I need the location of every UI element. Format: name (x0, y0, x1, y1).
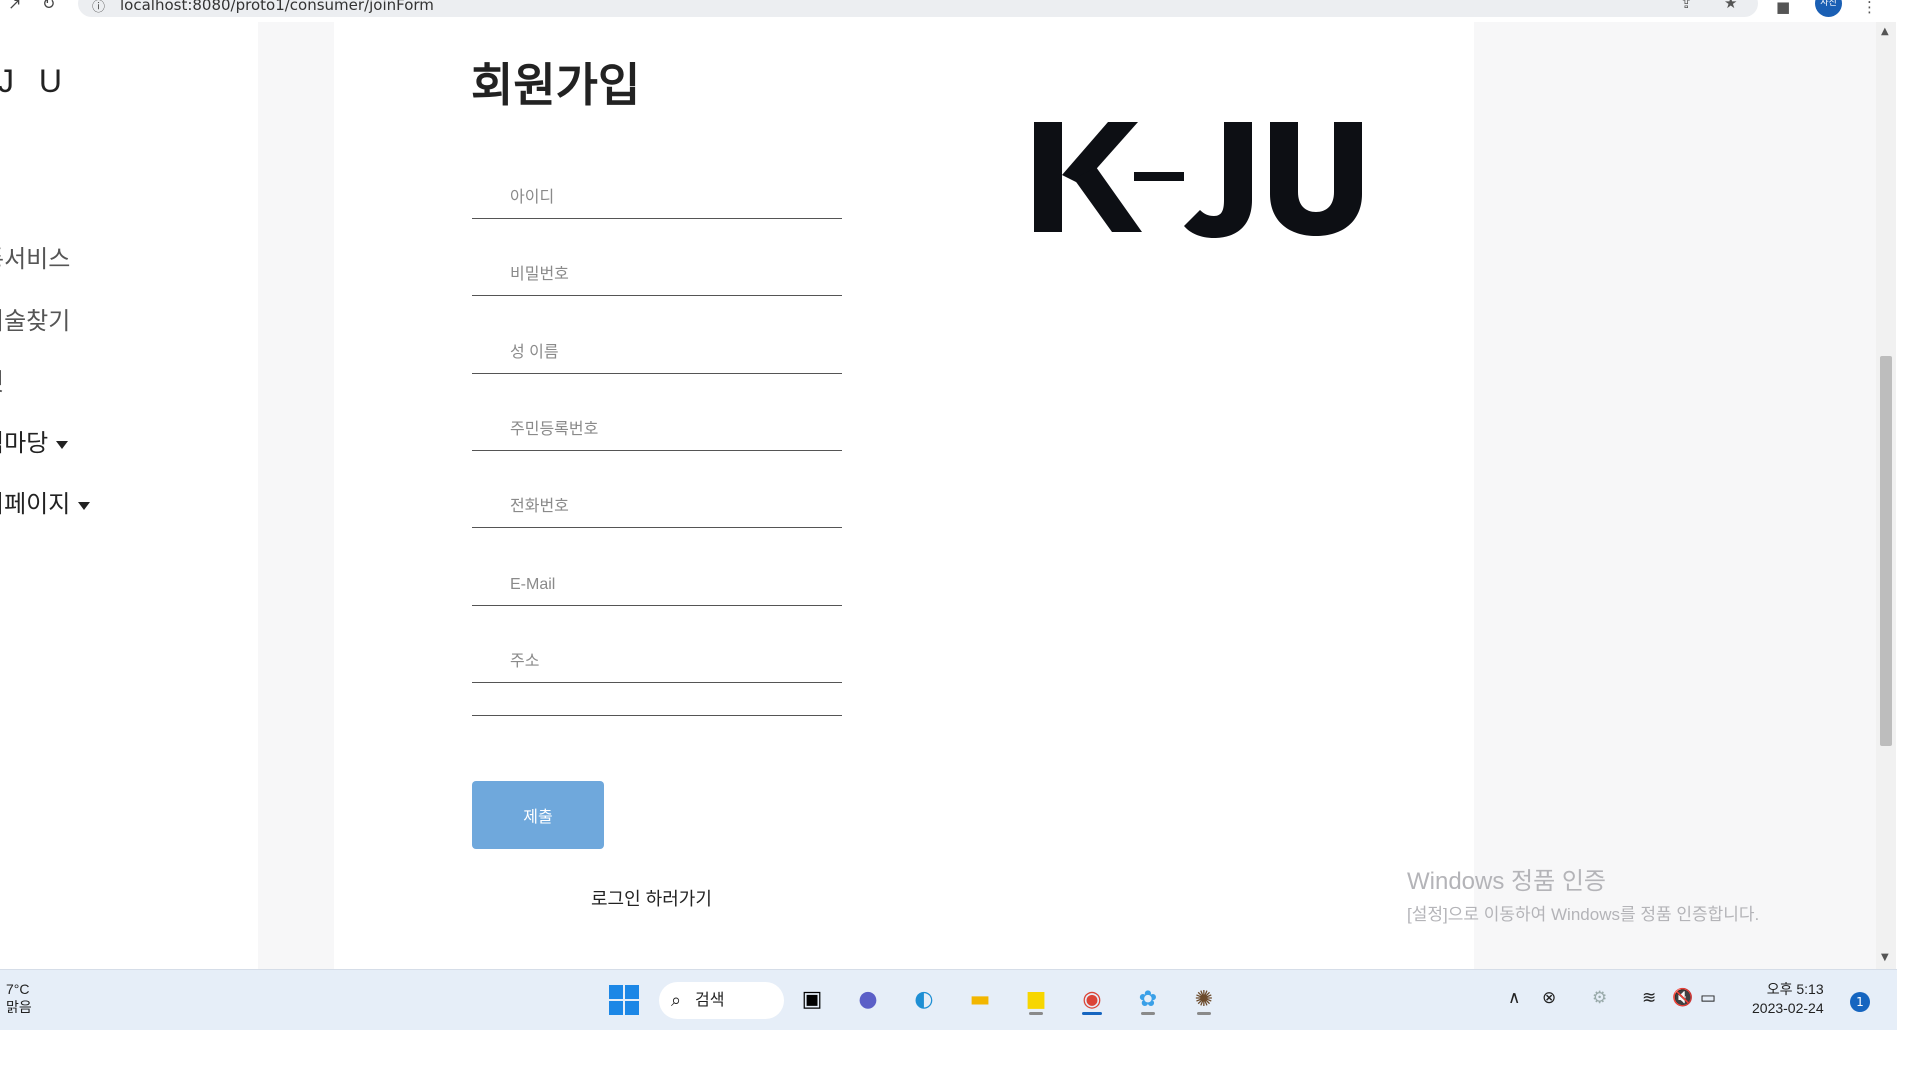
weather-condition: 맑음 (6, 999, 32, 1015)
task-view-icon[interactable]: ▣ (794, 982, 830, 1018)
address-bar[interactable]: ⓘ localhost:8080/proto1/consumer/joinFor… (78, 0, 1758, 17)
name-field (472, 324, 842, 374)
wifi-icon[interactable]: ≋ (1642, 988, 1656, 1008)
sidebar-item-yard-menu[interactable]: 넉마당 (0, 423, 69, 458)
kakaotalk-icon[interactable]: ■ (1018, 982, 1054, 1018)
address-input[interactable] (472, 633, 842, 682)
file-explorer-icon[interactable]: ▬ (962, 982, 998, 1018)
tray-overflow-chevron-icon[interactable]: ∧ (1508, 988, 1520, 1008)
forward-icon[interactable]: ↗ (8, 0, 21, 13)
extensions-icon[interactable]: ■ (1776, 0, 1790, 16)
kju-logo (1034, 122, 1362, 238)
resident-number-field (472, 401, 842, 451)
watermark-subtitle: [설정]으로 이동하여 Windows를 정품 인증합니다. (1407, 905, 1760, 924)
watermark-title: Windows 정품 인증 (1407, 868, 1607, 895)
weather-temp: 7°C (6, 981, 30, 997)
page-viewport: J U 통서비스 기술찾기 빗 넉마당 이페이지 회원가입 제출 로그 (0, 22, 1876, 969)
share-icon[interactable]: ⇪ (1680, 0, 1693, 12)
resident-number-input[interactable] (472, 401, 842, 450)
menu-kebab-icon[interactable]: ⋮ (1862, 0, 1877, 16)
profile-avatar[interactable]: 사진 (1815, 0, 1842, 17)
windows-taskbar: 7°C 맑음 ⌕ 검색 ▣ ● ◐ ▬ ■ ◉ ✿ ✺ ∧ ⊗ ⚙ ≋ 🔇 ▭ … (0, 969, 1897, 1030)
start-button[interactable] (606, 982, 642, 1018)
page-scrollbar[interactable]: ▲ ▼ (1876, 22, 1896, 969)
join-form-panel: 회원가입 제출 로그인 하러가기 (334, 22, 1474, 969)
scroll-thumb[interactable] (1880, 356, 1892, 746)
teams-chat-icon[interactable]: ● (850, 982, 886, 1018)
clock-time: 오후 5:13 (1766, 981, 1824, 997)
name-input[interactable] (472, 324, 842, 373)
clock-date: 2023-02-24 (1752, 1000, 1824, 1016)
scroll-down-icon[interactable]: ▼ (1881, 952, 1889, 963)
address-detail-field[interactable] (472, 715, 842, 716)
scroll-up-icon[interactable]: ▲ (1881, 26, 1889, 37)
browser-toolbar: ↗ ↻ ⓘ localhost:8080/proto1/consumer/joi… (0, 0, 1897, 22)
address-field (472, 633, 842, 683)
page-title: 회원가입 (471, 59, 641, 111)
notification-badge[interactable]: 1 (1850, 992, 1870, 1012)
tray-app-icon[interactable]: ⚙ (1592, 988, 1607, 1008)
chrome-icon[interactable]: ◉ (1074, 982, 1110, 1018)
sidebar-item-find-tech[interactable]: 기술찾기 (0, 301, 70, 336)
username-input[interactable] (472, 169, 842, 218)
sidebar-brand[interactable]: J U (0, 63, 70, 100)
taskbar-search[interactable]: ⌕ 검색 (659, 982, 784, 1019)
edge-icon[interactable]: ◐ (906, 982, 942, 1018)
sidebar-item-service[interactable]: 통서비스 (0, 239, 70, 274)
email-input[interactable] (472, 556, 842, 605)
taskbar-clock[interactable]: 오후 5:13 2023-02-24 (1752, 980, 1824, 1018)
windows-logo-icon (606, 982, 642, 1018)
sidebar: J U 통서비스 기술찾기 빗 넉마당 이페이지 (0, 22, 258, 969)
sidebar-item-3[interactable]: 빗 (0, 362, 4, 397)
reload-icon[interactable]: ↻ (42, 0, 55, 13)
phone-field (472, 478, 842, 528)
submit-button[interactable]: 제출 (472, 781, 604, 849)
game-app-icon[interactable]: ✺ (1186, 982, 1222, 1018)
login-link[interactable]: 로그인 하러가기 (591, 885, 712, 911)
username-field (472, 169, 842, 219)
email-field (472, 556, 842, 606)
password-field (472, 246, 842, 296)
caret-down-icon (56, 440, 69, 449)
search-icon: ⌕ (671, 990, 682, 1010)
battery-icon[interactable]: ▭ (1700, 988, 1716, 1008)
caret-down-icon (78, 501, 91, 510)
phone-input[interactable] (472, 478, 842, 527)
password-input[interactable] (472, 246, 842, 295)
weather-widget[interactable]: 7°C 맑음 (6, 980, 32, 1016)
url-text[interactable]: localhost:8080/proto1/consumer/joinForm (120, 0, 434, 14)
windows-activation-watermark: Windows 정품 인증 [설정]으로 이동하여 Windows를 정품 인증… (1407, 861, 1759, 925)
bookmark-star-icon[interactable]: ★ (1724, 0, 1737, 12)
speaker-muted-icon[interactable]: 🔇 (1672, 988, 1693, 1008)
tray-app-close-icon[interactable]: ⊗ (1542, 988, 1556, 1008)
site-info-icon[interactable]: ⓘ (92, 0, 105, 15)
sidebar-item-mypage-menu[interactable]: 이페이지 (0, 484, 91, 519)
paint-app-icon[interactable]: ✿ (1130, 982, 1166, 1018)
